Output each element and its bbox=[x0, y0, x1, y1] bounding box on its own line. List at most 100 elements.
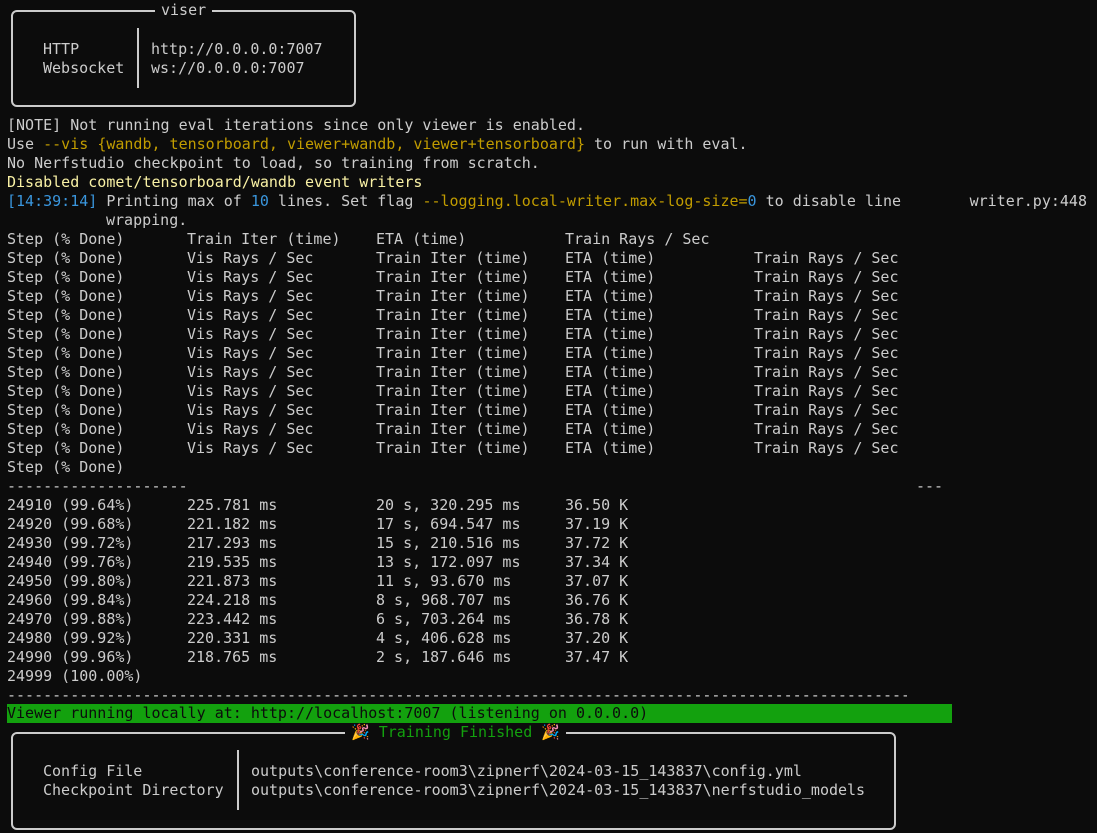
header-cell: Vis Rays / Sec bbox=[187, 363, 314, 381]
header-cell: Step (% Done) bbox=[7, 344, 125, 362]
header-cell: Train Iter (time) bbox=[376, 287, 530, 305]
step-cell: 24960 (99.84%) bbox=[7, 591, 134, 609]
websocket-label: Websocket bbox=[43, 59, 125, 77]
header-cell: Vis Rays / Sec bbox=[187, 382, 314, 400]
header-cell: Train Rays / Sec bbox=[754, 287, 899, 305]
train-rays-cell: 36.50 K bbox=[565, 496, 629, 514]
step-cell: 24980 (99.92%) bbox=[7, 629, 134, 647]
websocket-url[interactable]: ws://0.0.0.0:7007 bbox=[151, 59, 305, 78]
header-cell: Step (% Done) bbox=[7, 230, 125, 248]
header-cell: Train Iter (time) bbox=[376, 268, 530, 286]
eta-cell: 4 s, 406.628 ms bbox=[376, 629, 512, 647]
http-url[interactable]: http://0.0.0.0:7007 bbox=[151, 40, 323, 59]
config-file-path[interactable]: outputs\conference-room3\zipnerf\2024-03… bbox=[251, 762, 802, 781]
header-cell: ETA (time) bbox=[565, 306, 656, 324]
train-rays-cell: 37.34 K bbox=[565, 553, 629, 571]
eta-cell: 2 s, 187.646 ms bbox=[376, 648, 512, 666]
use-suffix: to run with eval. bbox=[584, 135, 748, 153]
header-cell: Step (% Done) bbox=[7, 249, 125, 267]
eta-cell: 6 s, 703.264 ms bbox=[376, 610, 512, 628]
header-cell: Train Rays / Sec bbox=[565, 230, 710, 248]
header-cell: Train Iter (time) bbox=[376, 382, 530, 400]
header-cell: Train Rays / Sec bbox=[754, 325, 899, 343]
train-rays-cell: 37.20 K bbox=[565, 629, 629, 647]
header-cell: Step (% Done) bbox=[7, 268, 125, 286]
train-iter-cell: 221.182 ms bbox=[187, 515, 278, 533]
checkpoint-directory-label: Checkpoint Directory bbox=[43, 781, 224, 799]
table-separator: -------------------- bbox=[7, 477, 188, 495]
eta-cell: 11 s, 93.670 ms bbox=[376, 572, 512, 590]
header-cell: ETA (time) bbox=[565, 420, 656, 438]
header-cell: Train Iter (time) bbox=[376, 325, 530, 343]
header-cell: Step (% Done) bbox=[7, 325, 125, 343]
train-iter-cell: 220.331 ms bbox=[187, 629, 278, 647]
step-cell: 24990 (99.96%) bbox=[7, 648, 134, 666]
header-cell: ETA (time) bbox=[565, 401, 656, 419]
flag-zero: 0 bbox=[747, 192, 757, 210]
writer-source-ref: writer.py:448 bbox=[969, 192, 1087, 210]
viser-panel-title: viser bbox=[155, 1, 213, 20]
finished-divider bbox=[237, 750, 239, 810]
vis-flag: --vis bbox=[43, 135, 89, 153]
training-finished-panel: 🎉 Training Finished 🎉 Config File Checkp… bbox=[11, 723, 896, 830]
printing-text-b: lines. Set flag bbox=[268, 192, 423, 210]
timestamp: [14:39:14] bbox=[7, 192, 98, 210]
header-cell: Train Iter (time) bbox=[187, 230, 341, 248]
printing-text-a: Printing max of bbox=[97, 192, 251, 210]
header-cell: Train Rays / Sec bbox=[754, 249, 899, 267]
checkpoint-directory-path[interactable]: outputs\conference-room3\zipnerf\2024-03… bbox=[251, 781, 865, 800]
disabled-writers-line: Disabled comet/tensorboard/wandb event w… bbox=[7, 173, 423, 191]
note-tag: [NOTE] bbox=[7, 116, 62, 134]
printing-count: 10 bbox=[250, 192, 269, 210]
eta-cell: 20 s, 320.295 ms bbox=[376, 496, 521, 514]
viser-panel: viser HTTP Websocket http://0.0.0.0:7007… bbox=[11, 1, 356, 107]
header-cell: Train Rays / Sec bbox=[754, 344, 899, 362]
viser-divider bbox=[137, 28, 139, 88]
header-cell: Vis Rays / Sec bbox=[187, 401, 314, 419]
train-iter-cell: 218.765 ms bbox=[187, 648, 278, 666]
header-cell: Vis Rays / Sec bbox=[187, 344, 314, 362]
eta-cell: 13 s, 172.097 ms bbox=[376, 553, 521, 571]
header-cell: Train Iter (time) bbox=[376, 401, 530, 419]
header-cell: Train Iter (time) bbox=[376, 306, 530, 324]
header-cell: ETA (time) bbox=[565, 325, 656, 343]
header-cell: Vis Rays / Sec bbox=[187, 306, 314, 324]
header-cell: Step (% Done) bbox=[7, 401, 125, 419]
header-cell: Vis Rays / Sec bbox=[187, 287, 314, 305]
header-cell: ETA (time) bbox=[565, 344, 656, 362]
header-cell: Vis Rays / Sec bbox=[187, 439, 314, 457]
train-rays-cell: 37.72 K bbox=[565, 534, 629, 552]
header-cell: Train Iter (time) bbox=[376, 363, 530, 381]
header-cell: Train Rays / Sec bbox=[754, 382, 899, 400]
eta-cell: 17 s, 694.547 ms bbox=[376, 515, 521, 533]
eta-cell: 15 s, 210.516 ms bbox=[376, 534, 521, 552]
header-cell: Vis Rays / Sec bbox=[187, 420, 314, 438]
viewer-running-banner[interactable]: Viewer running locally at: http://localh… bbox=[7, 704, 952, 723]
training-finished-title: 🎉 Training Finished 🎉 bbox=[345, 723, 566, 742]
header-cell: Vis Rays / Sec bbox=[187, 325, 314, 343]
header-cell: Train Iter (time) bbox=[376, 439, 530, 457]
train-rays-cell: 36.78 K bbox=[565, 610, 629, 628]
header-cell: ETA (time) bbox=[565, 268, 656, 286]
step-cell: 24940 (99.76%) bbox=[7, 553, 134, 571]
train-iter-cell: 219.535 ms bbox=[187, 553, 278, 571]
train-iter-cell: 223.442 ms bbox=[187, 610, 278, 628]
header-cell: ETA (time) bbox=[565, 363, 656, 381]
long-separator: ----------------------------------------… bbox=[7, 686, 907, 704]
note-text: Not running eval iterations since only v… bbox=[61, 116, 585, 134]
header-cell: Step (% Done) bbox=[7, 458, 125, 476]
header-cell: Train Iter (time) bbox=[376, 249, 530, 267]
no-checkpoint-line: No Nerfstudio checkpoint to load, so tra… bbox=[7, 154, 540, 172]
train-iter-cell: 221.873 ms bbox=[187, 572, 278, 590]
header-cell: Vis Rays / Sec bbox=[187, 249, 314, 267]
header-cell: Train Rays / Sec bbox=[754, 268, 899, 286]
header-cell: Vis Rays / Sec bbox=[187, 268, 314, 286]
vis-options: {wandb, tensorboard, viewer+wandb, viewe… bbox=[97, 135, 585, 153]
header-cell: Step (% Done) bbox=[7, 306, 125, 324]
header-cell: Step (% Done) bbox=[7, 287, 125, 305]
train-rays-cell: 37.07 K bbox=[565, 572, 629, 590]
step-cell: 24910 (99.64%) bbox=[7, 496, 134, 514]
header-cell: Train Rays / Sec bbox=[754, 401, 899, 419]
train-iter-cell: 224.218 ms bbox=[187, 591, 278, 609]
header-cell: Train Rays / Sec bbox=[754, 306, 899, 324]
